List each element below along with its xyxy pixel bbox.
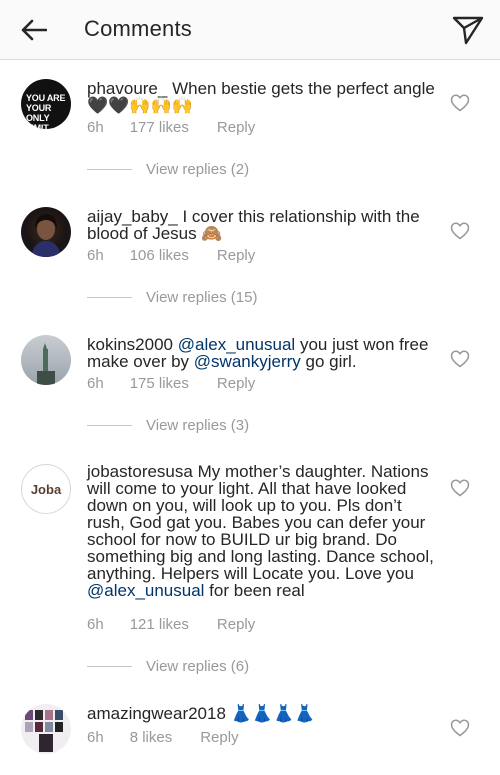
view-replies-button[interactable]: View replies (2) (87, 161, 249, 178)
comment-likes[interactable]: 8 likes (130, 729, 173, 746)
comment-body-end: for been real (204, 581, 305, 600)
comment-meta: 6h 121 likes Reply (87, 616, 255, 633)
comment-time: 6h (87, 247, 104, 264)
reply-button[interactable]: Reply (200, 729, 238, 746)
comment-meta: 6h 175 likes Reply (87, 375, 255, 392)
divider-line (87, 169, 132, 170)
heart-icon[interactable] (450, 479, 470, 497)
comment-time: 6h (87, 119, 104, 136)
reply-button[interactable]: Reply (217, 616, 255, 633)
mention-link[interactable]: @swankyjerry (194, 352, 301, 371)
view-replies-button[interactable]: View replies (15) (87, 289, 257, 306)
comment-likes[interactable]: 177 likes (130, 119, 189, 136)
avatar[interactable]: YOU ARE YOUR ONLY LIMIT. (21, 79, 71, 129)
comment-text: kokins2000 @alex_unusual you just won fr… (87, 336, 439, 370)
avatar[interactable] (21, 335, 71, 385)
heart-icon[interactable] (450, 222, 470, 240)
divider-line (87, 297, 132, 298)
comment-time: 6h (87, 729, 104, 746)
comments-header: Comments (0, 0, 500, 60)
view-replies-label: View replies (6) (146, 658, 250, 675)
reply-button[interactable]: Reply (217, 119, 255, 136)
comment-meta: 6h 106 likes Reply (87, 247, 255, 264)
view-replies-label: View replies (2) (146, 161, 250, 178)
heart-icon[interactable] (450, 94, 470, 112)
divider-line (87, 425, 132, 426)
comment-text: aijay_baby_ I cover this relationship wi… (87, 208, 439, 242)
back-arrow-icon[interactable] (18, 14, 50, 46)
comment-text: jobastoresusa My mother’s daughter. Nati… (87, 463, 439, 599)
comment-body: My mother’s daughter. Nations will come … (87, 462, 434, 583)
view-replies-label: View replies (3) (146, 417, 250, 434)
comment-text: amazingwear2018 👗👗👗👗 (87, 705, 439, 722)
comment-time: 6h (87, 375, 104, 392)
view-replies-label: View replies (15) (146, 289, 258, 306)
comment-body-end: go girl. (305, 352, 357, 371)
heart-icon[interactable] (450, 719, 470, 737)
reply-button[interactable]: Reply (217, 247, 255, 264)
comment-meta: 6h 8 likes Reply (87, 729, 239, 746)
avatar-text: YOU ARE YOUR ONLY LIMIT. (26, 93, 66, 129)
avatar[interactable] (21, 207, 71, 257)
comment-meta: 6h 177 likes Reply (87, 119, 255, 136)
view-replies-button[interactable]: View replies (3) (87, 417, 249, 434)
comment-body: 👗👗👗👗 (230, 704, 316, 723)
direct-message-icon[interactable] (450, 12, 486, 48)
reply-button[interactable]: Reply (217, 375, 255, 392)
comment-likes[interactable]: 106 likes (130, 247, 189, 264)
comment-text: phavoure_ When bestie gets the perfect a… (87, 80, 439, 114)
comment-username[interactable]: amazingwear2018 (87, 704, 226, 723)
avatar[interactable]: Joba (21, 464, 71, 514)
mention-link[interactable]: @alex_unusual (87, 581, 204, 600)
avatar-logo-text: Joba (30, 481, 62, 497)
comment-time: 6h (87, 616, 104, 633)
view-replies-button[interactable]: View replies (6) (87, 658, 249, 675)
avatar[interactable] (21, 704, 71, 754)
heart-icon[interactable] (450, 350, 470, 368)
comment-likes[interactable]: 175 likes (130, 375, 189, 392)
page-title: Comments (84, 16, 192, 41)
divider-line (87, 666, 132, 667)
comment-likes[interactable]: 121 likes (130, 616, 189, 633)
